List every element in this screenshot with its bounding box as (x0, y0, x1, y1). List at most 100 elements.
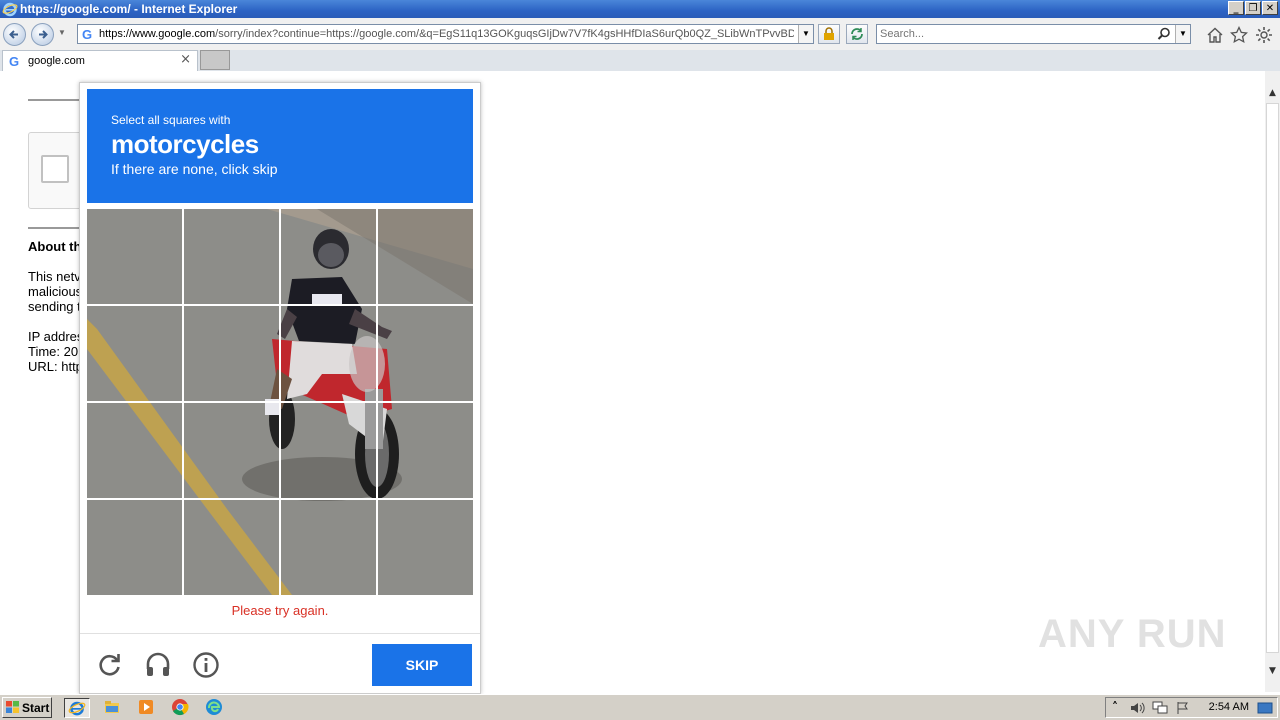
window-title: https://google.com/ - Internet Explorer (20, 2, 238, 16)
grid-tile[interactable] (378, 209, 473, 305)
challenge-header: Select all squares with motorcycles If t… (87, 89, 473, 203)
skip-button[interactable]: SKIP (372, 644, 472, 686)
grid-tile[interactable] (87, 500, 183, 595)
search-icon[interactable] (1157, 27, 1171, 41)
address-bar[interactable]: G https://www.google.com/sorry/index?con… (77, 24, 814, 44)
edge-icon (206, 699, 222, 715)
grid-tile[interactable] (87, 403, 183, 499)
grid-tile[interactable] (378, 306, 473, 402)
tray-expand-icon[interactable]: ˄ (1112, 700, 1118, 714)
scroll-up-icon[interactable]: ▲ (1265, 85, 1280, 101)
search-dropdown-icon[interactable]: ▼ (1175, 25, 1190, 43)
vertical-scrollbar[interactable]: ▲ ▼ (1265, 71, 1280, 692)
volume-icon[interactable] (1130, 701, 1146, 715)
taskbar-ie[interactable] (64, 698, 90, 718)
refresh-button[interactable] (846, 24, 868, 44)
svg-text:G: G (82, 27, 92, 41)
grid-tile[interactable] (281, 306, 377, 402)
grid-tile[interactable] (281, 403, 377, 499)
start-label: Start (22, 701, 50, 715)
challenge-hint: If there are none, click skip (111, 161, 278, 177)
window-title-bar: https://google.com/ - Internet Explorer … (0, 0, 1280, 18)
body-line: malicious (28, 284, 83, 299)
page-heading: About th (28, 239, 82, 254)
info-icon[interactable] (192, 651, 220, 679)
google-favicon-icon: G (9, 54, 19, 68)
address-path: /sorry/index?continue=https://google.com… (215, 28, 794, 40)
grid-tile[interactable] (87, 306, 183, 402)
search-box[interactable]: ▼ (876, 24, 1191, 44)
network-icon[interactable] (1152, 701, 1168, 715)
grid-tile[interactable] (87, 209, 183, 305)
tab-close-icon[interactable]: × (180, 53, 191, 67)
anyrun-watermark: ANY RUN (1038, 612, 1227, 656)
clock[interactable]: 2:54 AM (1209, 701, 1249, 713)
grid-tile[interactable] (184, 209, 280, 305)
recaptcha-checkbox[interactable] (41, 155, 69, 183)
settings-icon[interactable] (1255, 26, 1273, 44)
refresh-icon (851, 28, 863, 40)
start-button[interactable]: Start (2, 697, 52, 718)
google-favicon-icon: G (82, 27, 92, 41)
grid-line (87, 304, 473, 306)
recaptcha-challenge-dialog: Select all squares with motorcycles If t… (79, 82, 481, 694)
challenge-target: motorcycles (111, 129, 259, 159)
error-message: Please try again. (231, 603, 329, 618)
address-dropdown-icon[interactable]: ▼ (798, 25, 813, 43)
time-line: Time: 20 (28, 344, 79, 359)
close-window-button[interactable]: ✕ (1262, 1, 1278, 15)
security-lock-button[interactable] (818, 24, 840, 44)
svg-text:G: G (9, 54, 19, 68)
navigation-bar: ▼ G https://www.google.com/sorry/index?c… (0, 18, 1280, 51)
taskbar-chrome[interactable] (168, 698, 194, 718)
back-icon (9, 30, 18, 39)
forward-button[interactable] (31, 23, 54, 46)
address-host: https://www.google.com (99, 28, 216, 40)
address-url[interactable]: https://www.google.com/sorry/index?conti… (99, 27, 794, 41)
minimize-button[interactable]: _ (1228, 1, 1244, 15)
back-button[interactable] (3, 23, 26, 46)
action-center-flag-icon[interactable] (1176, 701, 1190, 715)
grid-tile[interactable] (184, 306, 280, 402)
windows-logo-icon (6, 701, 19, 713)
file-explorer-icon (105, 701, 119, 713)
taskbar-explorer[interactable] (100, 698, 126, 718)
reload-icon[interactable] (96, 651, 124, 679)
url-line: URL: http (28, 359, 83, 374)
taskbar: Start ˄ 2:54 AM (0, 694, 1280, 720)
grid-tile[interactable] (184, 403, 280, 499)
system-tray: ˄ 2:54 AM (1105, 697, 1278, 718)
new-tab-button[interactable] (200, 50, 230, 70)
scrollbar-thumb[interactable] (1266, 103, 1279, 653)
ip-address-line: IP addres (28, 329, 84, 344)
media-player-icon (139, 700, 153, 714)
grid-tile[interactable] (281, 500, 377, 595)
audio-icon[interactable] (144, 651, 172, 679)
internet-explorer-icon (2, 2, 18, 17)
grid-tile[interactable] (378, 403, 473, 499)
taskbar-media-player[interactable] (134, 698, 160, 718)
history-dropdown-icon[interactable]: ▼ (58, 28, 66, 37)
chrome-icon (172, 699, 189, 716)
grid-line (87, 498, 473, 500)
home-icon[interactable] (1206, 26, 1224, 44)
favorites-icon[interactable] (1230, 26, 1248, 44)
scroll-down-icon[interactable]: ▼ (1265, 663, 1280, 679)
body-line: This netv (28, 269, 81, 284)
tab-strip: G google.com × (0, 50, 1280, 72)
forward-icon (39, 30, 48, 39)
restore-button[interactable]: ❐ (1245, 1, 1261, 15)
grid-tile[interactable] (281, 209, 377, 305)
tab-label: google.com (28, 55, 85, 67)
grid-tile[interactable] (378, 500, 473, 595)
grid-line (87, 401, 473, 403)
body-line: sending t (28, 299, 81, 314)
show-desktop-icon[interactable] (1257, 701, 1273, 715)
taskbar-edge[interactable] (202, 698, 228, 718)
lock-icon (824, 27, 834, 40)
tab-google[interactable]: G google.com × (2, 50, 198, 71)
search-input[interactable] (880, 27, 1150, 41)
footer-divider (80, 633, 480, 634)
grid-tile[interactable] (184, 500, 280, 595)
challenge-instruction: Select all squares with (111, 113, 231, 127)
